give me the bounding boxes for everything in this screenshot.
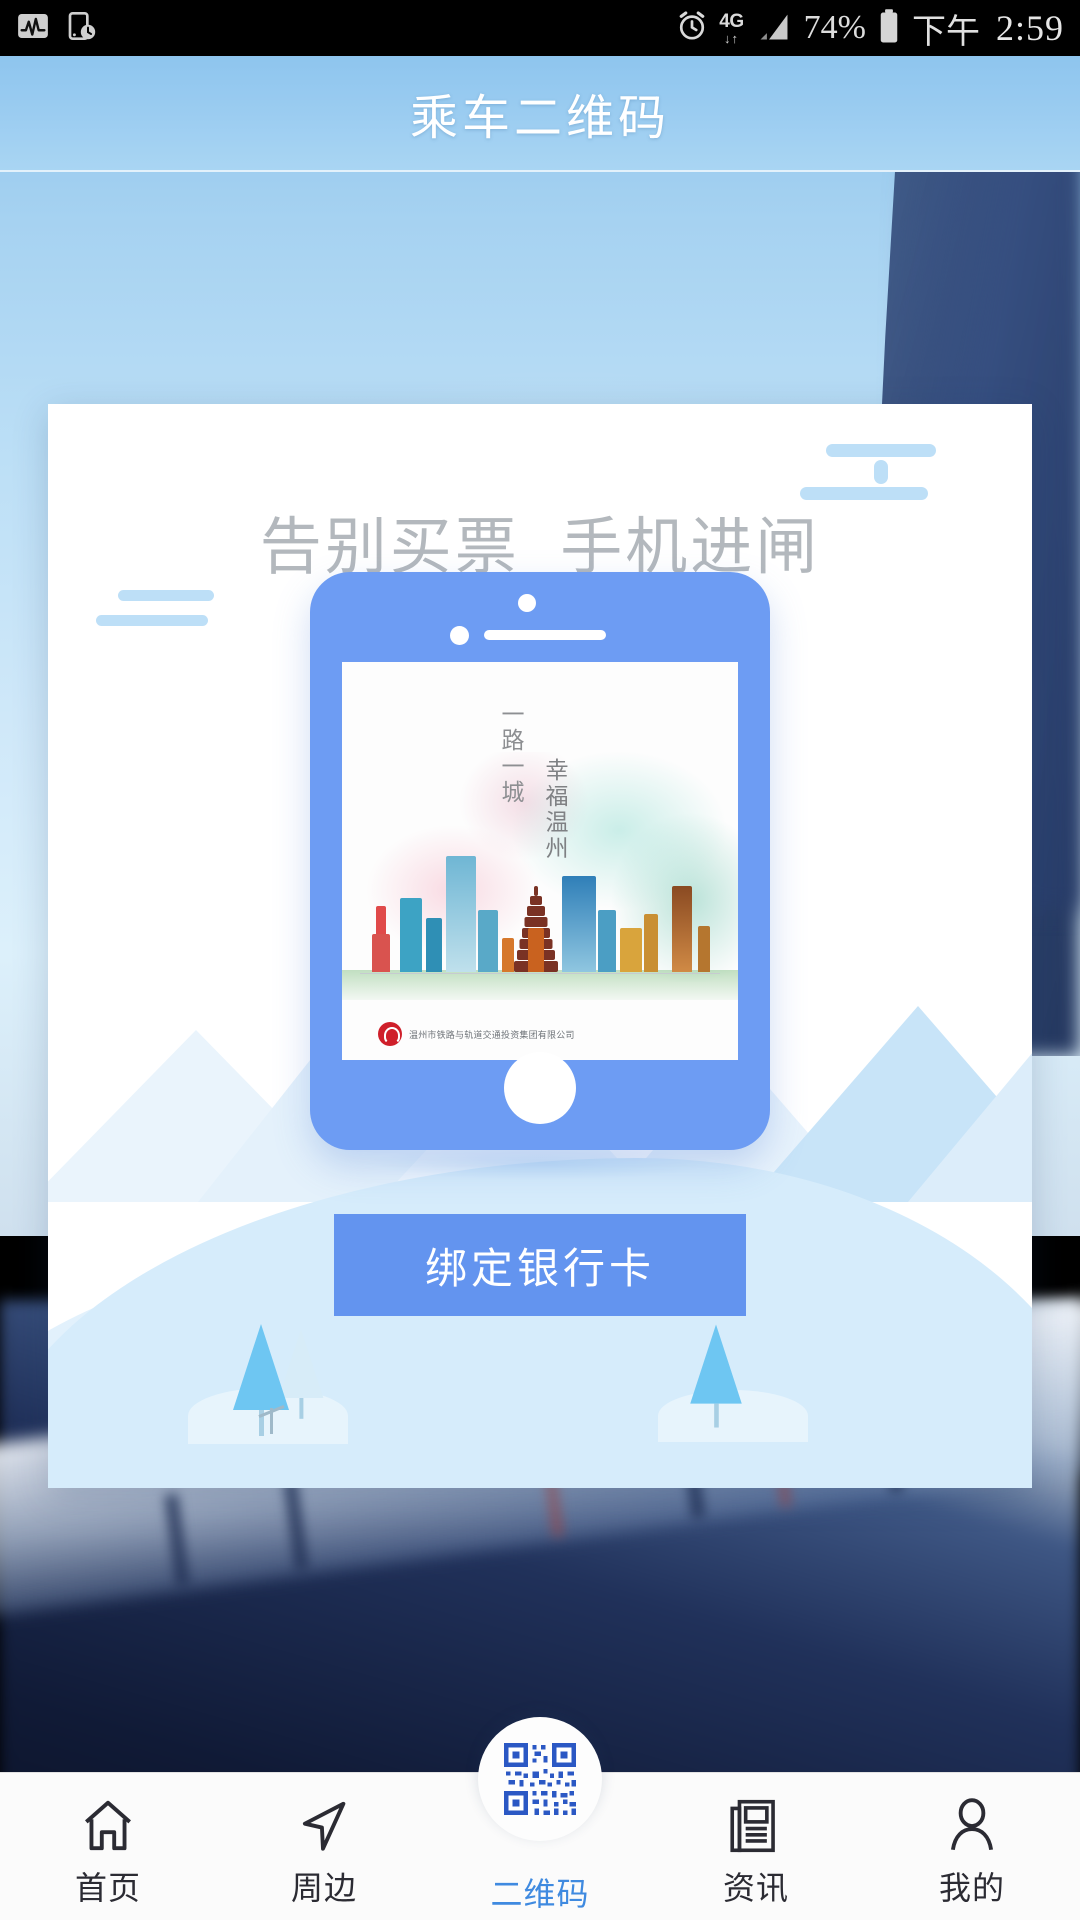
phone-camera-dot — [518, 594, 536, 612]
company-name-label: 温州市铁路与轨道交通投资集团有限公司 — [409, 1029, 575, 1040]
navigation-arrow-icon — [293, 1795, 355, 1857]
poster-building — [478, 910, 498, 972]
poster-building — [528, 928, 544, 972]
company-logo-icon — [378, 1022, 402, 1046]
bind-bank-card-button[interactable]: 绑定银行卡 — [334, 1214, 746, 1316]
signal-bars-icon — [754, 9, 794, 48]
clock-label: 2:59 — [995, 8, 1064, 48]
poster-company-credit: 温州市铁路与轨道交通投资集团有限公司 — [378, 1022, 575, 1046]
qr-raised-circle[interactable] — [478, 1717, 602, 1841]
tab-nearby-label: 周边 — [290, 1870, 357, 1906]
time-period-label: 下午 — [911, 12, 980, 51]
network-traffic-arrows: ↓↑ — [723, 30, 739, 46]
tab-home[interactable]: 首页 — [0, 1773, 216, 1909]
poster-building — [672, 886, 692, 972]
bottom-navigation-bar: 首页 周边 二维码 资讯 我的 — [0, 1717, 1080, 1920]
home-icon — [77, 1795, 139, 1857]
alarm-clock-icon — [675, 9, 709, 48]
network-type-indicator: 4G ↓↑ — [719, 10, 744, 46]
status-bar: 4G ↓↑ 74% 下午 2:59 — [0, 0, 1080, 56]
app-header: 乘车二维码 — [0, 56, 1080, 172]
poster-slogan-left: 幸福温州 — [542, 758, 568, 862]
qr-promo-card: 告别买票 手机进闸 一路一城 幸福温州 温州市铁路与轨道交通投资集团有限公司 绑… — [48, 404, 1032, 1488]
tab-nearby[interactable]: 周边 — [216, 1773, 432, 1909]
mountain-shape — [908, 1034, 1032, 1202]
person-figure — [270, 1408, 273, 1434]
battery-icon — [876, 8, 902, 49]
poster-building — [502, 938, 514, 972]
tab-news-label: 资讯 — [722, 1870, 789, 1906]
poster-building — [598, 910, 616, 972]
screen-timer-icon — [66, 9, 98, 48]
city-poster: 一路一城 幸福温州 温州市铁路与轨道交通投资集团有限公司 — [342, 662, 738, 1060]
newspaper-icon — [725, 1795, 787, 1857]
activity-chart-icon — [16, 9, 50, 48]
poster-building — [620, 928, 642, 972]
app-screen: 4G ↓↑ 74% 下午 2:59 乘车二维码 告别买票 手机进闸 一路一城 幸… — [0, 0, 1080, 1920]
tab-profile-label: 我的 — [938, 1870, 1005, 1906]
poster-building — [372, 934, 390, 972]
person-icon — [941, 1795, 1003, 1857]
tab-home-label: 首页 — [74, 1870, 141, 1906]
tab-news[interactable]: 资讯 — [648, 1773, 864, 1909]
tab-profile[interactable]: 我的 — [864, 1773, 1080, 1909]
poster-building — [698, 926, 710, 972]
phone-mockup: 一路一城 幸福温州 温州市铁路与轨道交通投资集团有限公司 — [310, 572, 770, 1150]
phone-mockup-shadow — [370, 1146, 710, 1180]
poster-horizon-line — [360, 973, 720, 974]
poster-building — [400, 898, 422, 972]
battery-percent-label: 74% — [803, 9, 866, 46]
network-label: 4G — [719, 10, 744, 32]
tab-qrcode-label: 二维码 — [490, 1876, 590, 1912]
cloud-decoration — [800, 444, 936, 500]
tree-icon — [690, 1324, 742, 1428]
phone-screen: 一路一城 幸福温州 温州市铁路与轨道交通投资集团有限公司 — [342, 662, 738, 1060]
qr-code-icon — [504, 1743, 576, 1815]
poster-building — [446, 856, 476, 972]
poster-slogan-right: 一路一城 — [498, 702, 524, 806]
poster-ground — [342, 970, 738, 1000]
tab-qrcode[interactable]: 二维码 — [432, 1717, 648, 1915]
poster-building — [426, 918, 442, 972]
cloud-decoration — [96, 590, 214, 626]
page-title: 乘车二维码 — [409, 92, 670, 145]
phone-speaker-bar — [484, 630, 606, 640]
tree-icon — [233, 1324, 289, 1436]
poster-building — [562, 876, 596, 972]
phone-sensor-dot — [450, 626, 469, 645]
phone-home-button — [504, 1052, 576, 1124]
poster-building — [644, 914, 658, 972]
